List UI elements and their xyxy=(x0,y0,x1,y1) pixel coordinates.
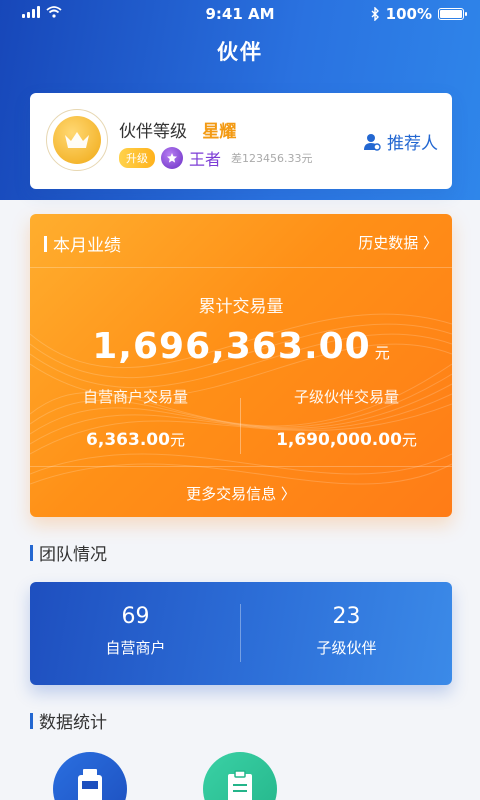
stats-section-title: 数据统计 xyxy=(30,708,107,733)
level-medal-icon xyxy=(46,109,108,171)
team-section-title: 团队情况 xyxy=(30,540,107,565)
performance-title: 本月业绩 xyxy=(53,236,121,256)
self-merchants-label: 自营商户 xyxy=(105,639,166,657)
report-list-icon[interactable] xyxy=(203,752,277,800)
sub-partner-volume-label: 子级伙伴交易量 xyxy=(293,388,399,406)
current-level: 星耀 xyxy=(202,122,237,142)
sub-partners-label: 子级伙伴 xyxy=(316,639,377,657)
battery-icon xyxy=(438,8,467,20)
referrer-label: 推荐人 xyxy=(387,134,438,154)
level-gap-amount: 差123456.33元 xyxy=(231,152,313,165)
title-marker xyxy=(44,235,47,252)
sub-partner-volume-value: 1,690,000.00 xyxy=(276,430,402,450)
history-data-link[interactable]: 历史数据 〉 xyxy=(358,232,438,253)
self-merchants-stat[interactable]: 69 自营商户 xyxy=(30,604,241,658)
self-merchant-volume-label: 自营商户交易量 xyxy=(82,388,188,406)
sub-partner-volume: 子级伙伴交易量 1,690,000.00元 xyxy=(241,386,452,450)
user-icon xyxy=(364,133,381,151)
next-level: 王者 xyxy=(189,150,222,169)
more-transactions-link[interactable]: 更多交易信息 〉 xyxy=(30,466,452,517)
partner-level-card: 伙伴等级 星耀 升级 王者 差123456.33元 推荐人 xyxy=(30,93,452,189)
self-merchant-volume: 自营商户交易量 6,363.00元 xyxy=(30,386,241,450)
total-volume-label: 累计交易量 xyxy=(198,297,284,317)
sub-partners-count: 23 xyxy=(332,604,361,629)
king-level-icon xyxy=(161,147,183,169)
page-title: 伙伴 xyxy=(217,40,263,64)
status-bar: 9:41 AM 100% xyxy=(0,0,480,28)
team-card: 69 自营商户 23 子级伙伴 xyxy=(30,582,452,685)
monthly-performance-card: 本月业绩 历史数据 〉 累计交易量 1,696,363.00 元 自营商户交易量 … xyxy=(30,214,452,517)
self-merchant-volume-value: 6,363.00 xyxy=(86,430,170,450)
upgrade-badge[interactable]: 升级 xyxy=(119,148,155,168)
total-volume: 1,696,363.00 元 xyxy=(30,326,452,367)
total-volume-unit: 元 xyxy=(374,344,390,362)
battery-percent: 100% xyxy=(385,5,432,23)
pos-terminal-icon[interactable] xyxy=(53,752,127,800)
level-label: 伙伴等级 xyxy=(119,122,187,142)
total-volume-value: 1,696,363.00 xyxy=(92,326,371,367)
referrer-button[interactable]: 推荐人 xyxy=(363,129,438,154)
bluetooth-icon xyxy=(371,7,379,21)
self-merchants-count: 69 xyxy=(121,604,150,629)
sub-partners-stat[interactable]: 23 子级伙伴 xyxy=(241,604,452,658)
